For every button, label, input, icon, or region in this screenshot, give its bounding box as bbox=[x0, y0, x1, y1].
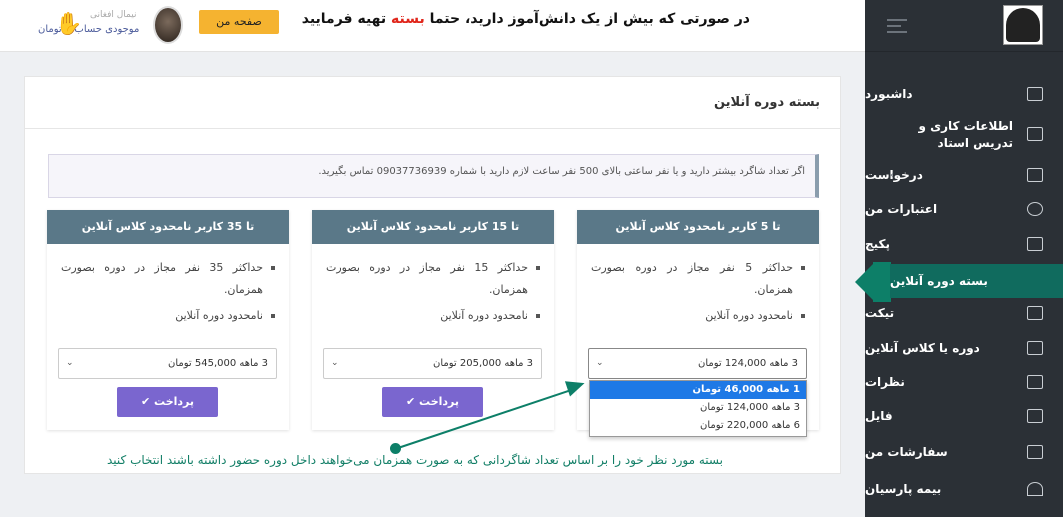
sidebar-item-insurance[interactable]: بیمه پارسیان bbox=[865, 479, 1063, 499]
package-card-35-users: تا 35 کاربر نامحدود کلاس آنلاین حداکثر 3… bbox=[47, 210, 289, 430]
credit-icon bbox=[1027, 202, 1043, 216]
online-class-icon bbox=[1027, 341, 1043, 355]
check-icon: ✔ bbox=[140, 395, 151, 408]
comment-icon bbox=[1027, 375, 1043, 389]
sidebar-item-dashboard[interactable]: داشبورد bbox=[865, 84, 1063, 104]
dashboard-icon bbox=[1027, 87, 1043, 101]
cart-icon bbox=[1027, 445, 1043, 459]
info-alert: اگر تعداد شاگرد بیشتر دارید و یا نفر ساع… bbox=[48, 154, 819, 198]
duration-select[interactable]: 3 ماهه 545,000 تومان ⌄ bbox=[58, 348, 277, 379]
duration-select[interactable]: 3 ماهه 205,000 تومان ⌄ bbox=[323, 348, 542, 379]
logo-icon bbox=[1006, 8, 1040, 42]
sidebar bbox=[865, 0, 1063, 517]
package-title: تا 15 کاربر نامحدود کلاس آنلاین bbox=[312, 210, 554, 244]
duration-dropdown-list: 1 ماهه 46,000 تومان 3 ماهه 124,000 تومان… bbox=[589, 380, 807, 437]
package-feature: حداکثر 15 نفر مجاز در دوره بصورت همزمان. bbox=[326, 257, 540, 301]
sidebar-item-credits[interactable]: اعتبارات من bbox=[865, 199, 1063, 219]
dropdown-option[interactable]: 1 ماهه 46,000 تومان bbox=[590, 381, 806, 399]
package-card-15-users: تا 15 کاربر نامحدود کلاس آنلاین حداکثر 1… bbox=[312, 210, 554, 430]
top-bar: در صورتی که بیش از یک دانش‌آموز دارید، ح… bbox=[0, 0, 865, 52]
pay-button[interactable]: پرداخت ✔ bbox=[382, 387, 483, 417]
chevron-left-icon: ‹ bbox=[890, 170, 894, 181]
sidebar-item-online-course-bundle[interactable]: بسته دوره آنلاین bbox=[890, 264, 1063, 298]
dropdown-option[interactable]: 3 ماهه 124,000 تومان bbox=[590, 399, 806, 417]
my-page-button[interactable]: صفحه من bbox=[199, 10, 279, 34]
id-card-icon bbox=[1027, 127, 1043, 141]
check-icon: ✔ bbox=[405, 395, 416, 408]
multi-student-notice: در صورتی که بیش از یک دانش‌آموز دارید، ح… bbox=[301, 11, 750, 27]
sidebar-item-teacher-info[interactable]: اطلاعات کاری و تدریس استاد bbox=[893, 118, 1063, 152]
sidebar-item-request[interactable]: درخواست bbox=[865, 165, 1063, 185]
logo[interactable] bbox=[1003, 5, 1043, 45]
umbrella-icon bbox=[1027, 482, 1043, 496]
dropdown-option[interactable]: 6 ماهه 220,000 تومان bbox=[590, 417, 806, 435]
package-feature: نامحدود دوره آنلاین bbox=[326, 305, 540, 327]
duration-select[interactable]: 3 ماهه 124,000 تومان ⌄ bbox=[588, 348, 807, 379]
hamburger-menu-icon[interactable] bbox=[887, 19, 907, 33]
highlight-arrow-icon bbox=[855, 262, 875, 302]
sidebar-item-online-class[interactable]: دوره یا کلاس آنلاین bbox=[865, 338, 1063, 358]
page-title: بسته دوره آنلاین bbox=[713, 95, 820, 110]
sidebar-item-comments[interactable]: نظرات bbox=[865, 372, 1063, 392]
sidebar-item-file[interactable]: فایل bbox=[865, 406, 1063, 426]
divider bbox=[25, 128, 840, 129]
pay-button[interactable]: پرداخت ✔ bbox=[117, 387, 218, 417]
highlight-arrow-tail bbox=[873, 262, 891, 302]
package-feature: نامحدود دوره آنلاین bbox=[591, 305, 805, 327]
sidebar-item-orders[interactable]: سفارشات من bbox=[865, 442, 1063, 462]
avatar[interactable] bbox=[153, 6, 183, 44]
chevron-down-icon: ⌄ bbox=[596, 358, 604, 368]
ticket-icon bbox=[1027, 306, 1043, 320]
sidebar-item-package[interactable]: پکیج bbox=[865, 234, 1063, 254]
package-feature: حداکثر 35 نفر مجاز در دوره بصورت همزمان. bbox=[61, 257, 275, 301]
package-title: تا 35 کاربر نامحدود کلاس آنلاین bbox=[47, 210, 289, 244]
user-name: نیمال افغانی bbox=[90, 10, 137, 20]
annotation-hint: بسته مورد نظر خود را بر اساس تعداد شاگرد… bbox=[107, 453, 723, 467]
sidebar-header bbox=[865, 0, 1063, 52]
package-feature: نامحدود دوره آنلاین bbox=[61, 305, 275, 327]
chevron-down-icon: ⌄ bbox=[66, 358, 74, 368]
package-title: تا 5 کاربر نامحدود کلاس آنلاین bbox=[577, 210, 819, 244]
package-feature: حداکثر 5 نفر مجاز در دوره بصورت همزمان. bbox=[591, 257, 805, 301]
sidebar-item-ticket[interactable]: تیکت bbox=[865, 303, 1063, 323]
request-icon bbox=[1027, 168, 1043, 182]
chevron-down-icon: ⌄ bbox=[331, 358, 339, 368]
account-balance: موجودی حساب 0 تومان bbox=[38, 24, 140, 35]
file-icon bbox=[1027, 409, 1043, 423]
package-icon bbox=[1027, 237, 1043, 251]
hand-watermark-icon: ✋ bbox=[55, 12, 83, 37]
